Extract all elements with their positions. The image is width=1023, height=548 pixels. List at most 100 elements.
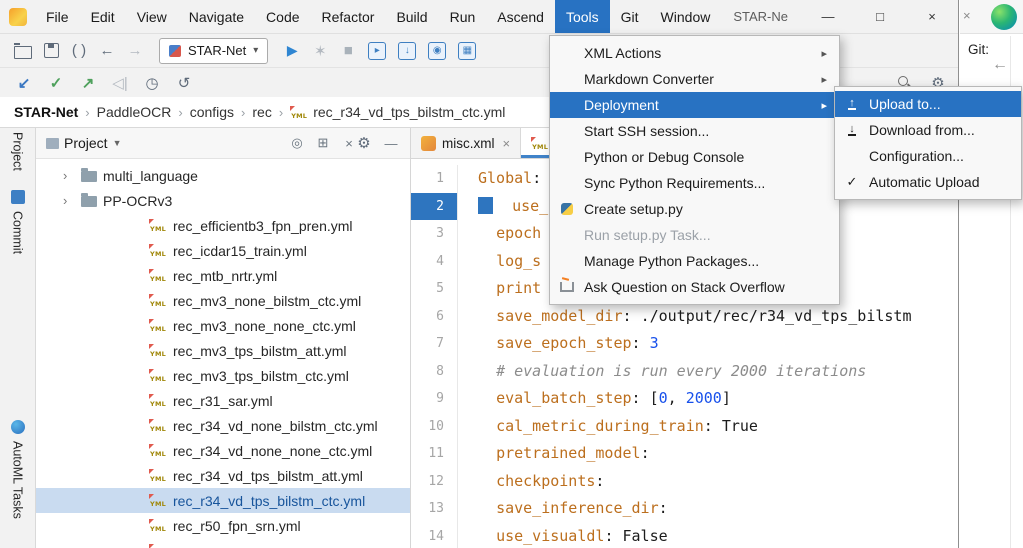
menu-build[interactable]: Build xyxy=(385,0,438,33)
breadcrumb-item[interactable]: STAR-Net xyxy=(14,104,78,120)
close-icon[interactable]: × xyxy=(342,136,356,151)
run-icon[interactable]: ▶ xyxy=(284,42,300,59)
open-folder-icon[interactable] xyxy=(14,46,32,59)
breadcrumb-item[interactable]: rec xyxy=(252,104,271,120)
upload-icon: ↑ xyxy=(844,96,860,112)
chevron-down-icon[interactable]: ▼ xyxy=(113,138,122,148)
yml-file-icon: YML xyxy=(149,393,167,408)
tree-row[interactable]: YMLrec_efficientb3_fpn_pren.yml xyxy=(36,213,410,238)
devices-icon[interactable]: ▦ xyxy=(458,42,476,60)
back-icon[interactable]: ← xyxy=(99,42,115,59)
automl-tool-icon xyxy=(11,420,25,434)
menu-tools[interactable]: Tools xyxy=(555,0,610,33)
breadcrumb-item-file[interactable]: YMLrec_r34_vd_tps_bilstm_ctc.yml xyxy=(290,104,505,120)
menu-window[interactable]: Window xyxy=(650,0,722,33)
push-icon[interactable]: ↗ xyxy=(80,74,96,92)
tree-row[interactable]: YML xyxy=(36,538,410,548)
menu-item-run-setup-py-task[interactable]: Run setup.py Task... xyxy=(550,222,839,248)
tree-row[interactable]: YMLrec_r50_fpn_srn.yml xyxy=(36,513,410,538)
menu-refactor[interactable]: Refactor xyxy=(311,0,386,33)
menu-item-manage-python-packages[interactable]: Manage Python Packages... xyxy=(550,248,839,274)
menu-item-ask-question-on-stack-overflow[interactable]: Ask Question on Stack Overflow xyxy=(550,274,839,300)
expand-icon[interactable]: ⊞ xyxy=(316,135,330,151)
tree-row[interactable]: ›PP-OCRv3 xyxy=(36,188,410,213)
breadcrumb-item[interactable]: configs xyxy=(190,104,234,120)
tree-row[interactable]: ›multi_language xyxy=(36,163,410,188)
tree-row[interactable]: YMLrec_r31_sar.yml xyxy=(36,388,410,413)
menu-item-upload-to[interactable]: ↑Upload to... xyxy=(835,91,1021,117)
editor-gutter[interactable]: 1234567891011121314 xyxy=(411,165,458,548)
tree-row[interactable]: YMLrec_mtb_nrtr.yml xyxy=(36,263,410,288)
stripe-item-commit[interactable]: Commit xyxy=(0,190,35,254)
forward-icon[interactable]: → xyxy=(127,42,143,59)
menu-item-automatic-upload[interactable]: ✓Automatic Upload xyxy=(835,169,1021,195)
tree-row[interactable]: YMLrec_r34_vd_tps_bilstm_att.yml xyxy=(36,463,410,488)
save-icon[interactable] xyxy=(44,43,59,58)
menu-item-markdown-converter[interactable]: Markdown Converter▸ xyxy=(550,66,839,92)
line-number: 3 xyxy=(411,220,457,248)
menu-item-create-setup-py[interactable]: Create setup.py xyxy=(550,196,839,222)
tab-label: misc.xml xyxy=(442,136,495,151)
menu-item-label: Sync Python Requirements... xyxy=(584,175,765,191)
update-project-icon[interactable]: ↙ xyxy=(16,74,32,92)
menu-item-start-ssh-session[interactable]: Start SSH session... xyxy=(550,118,839,144)
menu-file[interactable]: File xyxy=(35,0,80,33)
back-arrow-icon[interactable]: ← xyxy=(992,56,1008,74)
tree-row[interactable]: YMLrec_mv3_tps_bilstm_att.yml xyxy=(36,338,410,363)
close-button[interactable]: × xyxy=(906,0,958,33)
chevron-right-icon[interactable]: › xyxy=(63,193,75,208)
line-number: 6 xyxy=(411,303,457,331)
menu-item-deployment[interactable]: Deployment▸ xyxy=(550,92,839,118)
history-icon[interactable]: ◷ xyxy=(144,74,160,92)
commit-check-icon[interactable]: ✓ xyxy=(48,74,64,92)
locate-icon[interactable]: ◎ xyxy=(290,135,304,151)
tree-row-selected[interactable]: YMLrec_r34_vd_tps_bilstm_ctc.yml xyxy=(36,488,410,513)
close-icon[interactable]: × xyxy=(963,8,971,23)
maximize-button[interactable]: □ xyxy=(854,0,906,33)
tree-row[interactable]: YMLrec_mv3_tps_bilstm_ctc.yml xyxy=(36,363,410,388)
stripe-item-automl-tasks[interactable]: AutoML Tasks xyxy=(0,420,35,519)
menu-item-python-or-debug-console[interactable]: Python or Debug Console xyxy=(550,144,839,170)
yml-file-icon: YML xyxy=(149,343,167,358)
stripe-item-project[interactable]: Project xyxy=(0,132,35,171)
run-configuration-select[interactable]: STAR-Net ▾ xyxy=(159,38,268,64)
chevron-right-icon[interactable]: › xyxy=(63,168,75,183)
menu-bar: FileEditViewNavigateCodeRefactorBuildRun… xyxy=(35,0,721,33)
hide-icon[interactable]: — xyxy=(384,136,398,151)
menu-code[interactable]: Code xyxy=(255,0,310,33)
tree-row[interactable]: YMLrec_mv3_none_bilstm_ctc.yml xyxy=(36,288,410,313)
sync-icon[interactable]: ( ) xyxy=(71,42,87,59)
minimize-button[interactable]: — xyxy=(802,0,854,33)
breadcrumb-item[interactable]: PaddleOCR xyxy=(97,104,172,120)
menu-run[interactable]: Run xyxy=(439,0,487,33)
tree-row[interactable]: YMLrec_r34_vd_none_bilstm_ctc.yml xyxy=(36,413,410,438)
background-window: × Git: ← xyxy=(960,0,1023,548)
attach-icon[interactable]: ↓ xyxy=(398,42,416,60)
menu-item-label: Manage Python Packages... xyxy=(584,253,759,269)
menu-view[interactable]: View xyxy=(126,0,178,33)
coverage-icon[interactable]: ▸ xyxy=(368,42,386,60)
menu-item-download-from[interactable]: ↓Download from... xyxy=(835,117,1021,143)
menu-edit[interactable]: Edit xyxy=(80,0,126,33)
tab-misc-xml[interactable]: misc.xml × xyxy=(411,128,521,158)
tree-row[interactable]: YMLrec_mv3_none_none_ctc.yml xyxy=(36,313,410,338)
mute-breakpoints-icon[interactable]: ◁| xyxy=(112,74,128,92)
debug-icon[interactable]: ✶ xyxy=(312,42,328,60)
rollback-icon[interactable]: ↺ xyxy=(176,74,192,92)
menu-item-sync-python-requirements[interactable]: Sync Python Requirements... xyxy=(550,170,839,196)
close-tab-icon[interactable]: × xyxy=(503,136,511,151)
menu-git[interactable]: Git xyxy=(610,0,650,33)
settings-icon[interactable]: ⚙ xyxy=(356,134,372,152)
edge-browser-logo[interactable] xyxy=(991,4,1017,30)
menu-item-label: XML Actions xyxy=(584,45,661,61)
yml-file-icon: YML xyxy=(149,468,167,483)
menu-navigate[interactable]: Navigate xyxy=(178,0,255,33)
tree-row[interactable]: YMLrec_icdar15_train.yml xyxy=(36,238,410,263)
stop-icon[interactable]: ■ xyxy=(340,42,356,59)
profiler-icon[interactable]: ◉ xyxy=(428,42,446,60)
menu-item-configuration[interactable]: Configuration... xyxy=(835,143,1021,169)
menu-item-xml-actions[interactable]: XML Actions▸ xyxy=(550,40,839,66)
menu-item-label: Configuration... xyxy=(869,148,964,164)
menu-ascend[interactable]: Ascend xyxy=(486,0,555,33)
tree-row[interactable]: YMLrec_r34_vd_none_none_ctc.yml xyxy=(36,438,410,463)
